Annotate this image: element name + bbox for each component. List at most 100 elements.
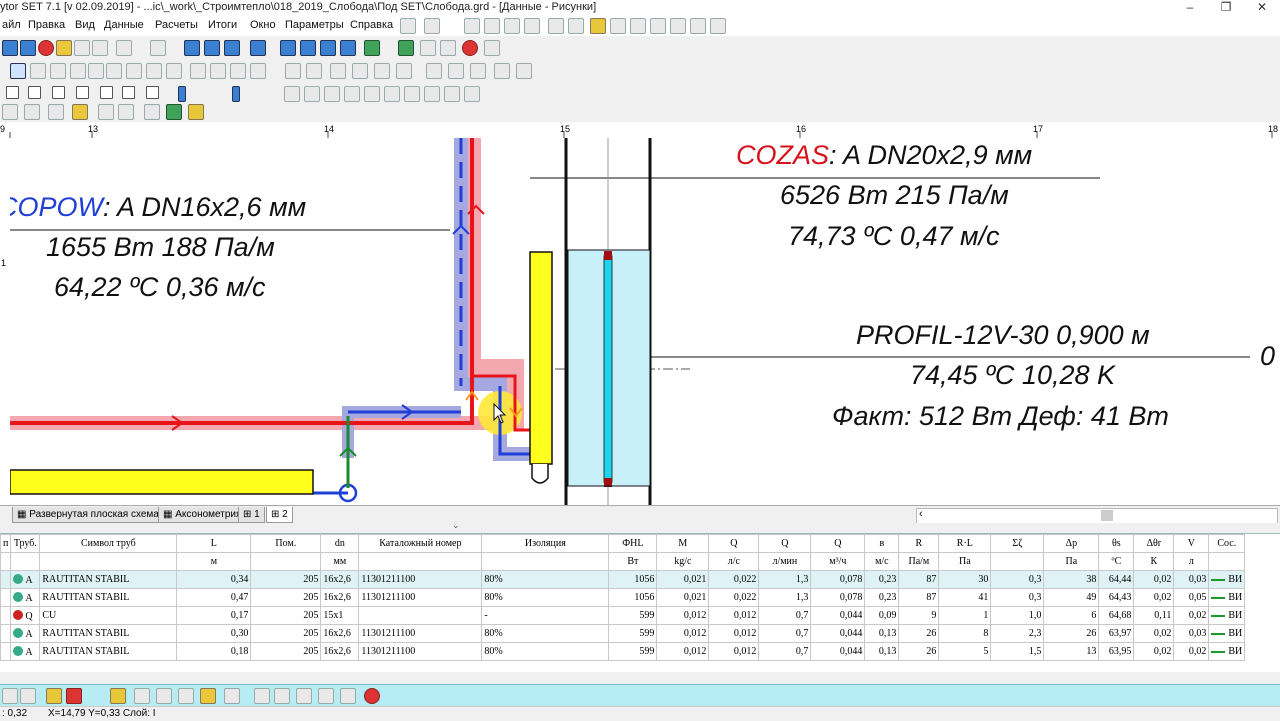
status-cell[interactable]: ВИ [1208,642,1246,661]
layer-checkbox-5[interactable] [100,86,113,99]
cut-icon[interactable] [464,18,480,34]
paste-icon[interactable] [504,18,520,34]
table-cell[interactable]: 64,44 [1098,570,1135,589]
stop-icon[interactable] [462,40,478,56]
table-cell[interactable]: 64,68 [1098,606,1135,625]
table-cell[interactable] [0,642,12,661]
close-button[interactable]: ✕ [1244,0,1280,16]
column-header[interactable]: Изоляция [481,534,610,553]
table-cell[interactable]: 11301211100 [358,570,483,589]
results-grid[interactable]: п Труб. Символ труб L Пом. dn Каталожный… [0,533,1280,672]
table-cell[interactable]: 0,18 [176,642,252,661]
column-header[interactable]: Δθr [1133,534,1175,553]
arrow-icon[interactable] [670,18,686,34]
table-cell[interactable]: 11301211100 [358,624,483,643]
status-cell[interactable]: ВИ [1208,606,1246,625]
column-header[interactable]: R [898,534,940,553]
stop-icon[interactable] [364,688,380,704]
table-icon[interactable] [610,18,626,34]
undo-icon[interactable] [400,18,416,34]
table-cell[interactable]: 49 [1043,588,1100,607]
table-cell[interactable]: A [10,588,41,607]
align-right-icon[interactable] [330,63,346,79]
table-cell[interactable]: RAUTITAN STABIL [39,642,178,661]
frame-icon[interactable] [426,63,442,79]
table-cell[interactable]: 1,0 [990,606,1045,625]
table-cell[interactable]: 599 [608,624,658,643]
table-cell[interactable]: 0,05 [1173,588,1210,607]
table-cell[interactable]: A [10,570,41,589]
grid-tool-icon[interactable] [296,688,312,704]
table-cell[interactable]: 0,044 [810,624,866,643]
align-center-icon[interactable] [306,63,322,79]
table-cell[interactable]: 205 [250,642,322,661]
table-cell[interactable]: 0,09 [864,606,900,625]
grid-tool-icon[interactable] [340,688,356,704]
column-header[interactable]: Каталожный номер [358,534,483,553]
plan8-icon[interactable] [166,104,182,120]
table-cell[interactable]: 16x2,6 [320,624,360,643]
polar-icon[interactable] [344,86,360,102]
grid-tool-icon[interactable] [110,688,126,704]
column-header[interactable]: Q [758,534,812,553]
heater-element[interactable] [10,469,314,495]
table-cell[interactable]: 205 [250,588,322,607]
table-cell[interactable]: 64,43 [1098,588,1135,607]
table-cell[interactable]: 0,078 [810,570,866,589]
table-row[interactable]: A RAUTITAN STABIL 0,30 205 16x2,6 11301211100… [0,624,1246,643]
table-cell[interactable]: 6 [1043,606,1100,625]
table-cell[interactable]: 0,3 [990,570,1045,589]
table-cell[interactable]: 2,3 [990,624,1045,643]
table-cell[interactable]: 0,02 [1173,606,1210,625]
dyn-icon[interactable] [384,86,400,102]
table-cell[interactable]: 205 [250,606,322,625]
lwt-icon[interactable] [404,86,420,102]
layer-checkbox-2[interactable] [28,86,41,99]
table-cell[interactable]: 13 [1043,642,1100,661]
table-cell[interactable]: RAUTITAN STABIL [39,570,178,589]
zoom-in-icon[interactable] [88,63,104,79]
table-cell[interactable]: 16x2,6 [320,570,360,589]
flag-icon[interactable] [710,18,726,34]
grid-tool-icon[interactable] [224,688,240,704]
select-icon[interactable] [2,40,18,56]
tab-axonometry[interactable]: ▦ Аксонометрия [158,507,247,523]
layer-checkbox-6[interactable] [122,86,135,99]
table-cell[interactable]: 0,02 [1133,570,1175,589]
table-cell[interactable]: 1,3 [758,588,812,607]
status-cell[interactable]: ВИ [1208,570,1246,589]
table-cell[interactable]: 0,34 [176,570,252,589]
floor3-icon[interactable] [224,40,240,56]
table-cell[interactable]: 0,30 [176,624,252,643]
plan9-icon[interactable] [188,104,204,120]
table-cell[interactable] [0,624,12,643]
table-cell[interactable]: 11301211100 [358,588,483,607]
column-header[interactable]: п [0,534,12,553]
menu-help[interactable]: Справка [350,19,393,31]
table-cell[interactable]: 30 [938,570,992,589]
table-cell[interactable]: 8 [938,624,992,643]
table-cell[interactable] [0,606,12,625]
table-cell[interactable]: 63,97 [1098,624,1135,643]
grid-tool-icon[interactable] [20,688,36,704]
key-icon[interactable] [92,40,108,56]
column-header[interactable]: Q [708,534,760,553]
column-header[interactable]: Пом. [250,534,322,553]
align-bottom-icon[interactable] [374,63,390,79]
table-cell[interactable]: 41 [938,588,992,607]
table-cell[interactable]: 0,078 [810,588,866,607]
layers-icon[interactable] [74,40,90,56]
table-cell[interactable]: 0,021 [656,588,710,607]
scale-icon[interactable] [250,63,266,79]
table-cell[interactable]: 0,02 [1133,588,1175,607]
plan2-icon[interactable] [24,104,40,120]
columns-icon[interactable] [440,40,456,56]
table-cell[interactable]: 0,7 [758,624,812,643]
mirror-icon[interactable] [230,63,246,79]
menu-window[interactable]: Окно [250,19,276,31]
table-cell[interactable]: 5 [938,642,992,661]
measure-icon[interactable] [340,40,356,56]
tab-2[interactable]: ⊞ 2 [266,507,293,523]
drawing-canvas[interactable]: COPOW: A DN16x2,6 мм 1655 Вт 188 Па/м 64… [10,138,1280,506]
slider-thumb-2-icon[interactable] [232,86,240,102]
